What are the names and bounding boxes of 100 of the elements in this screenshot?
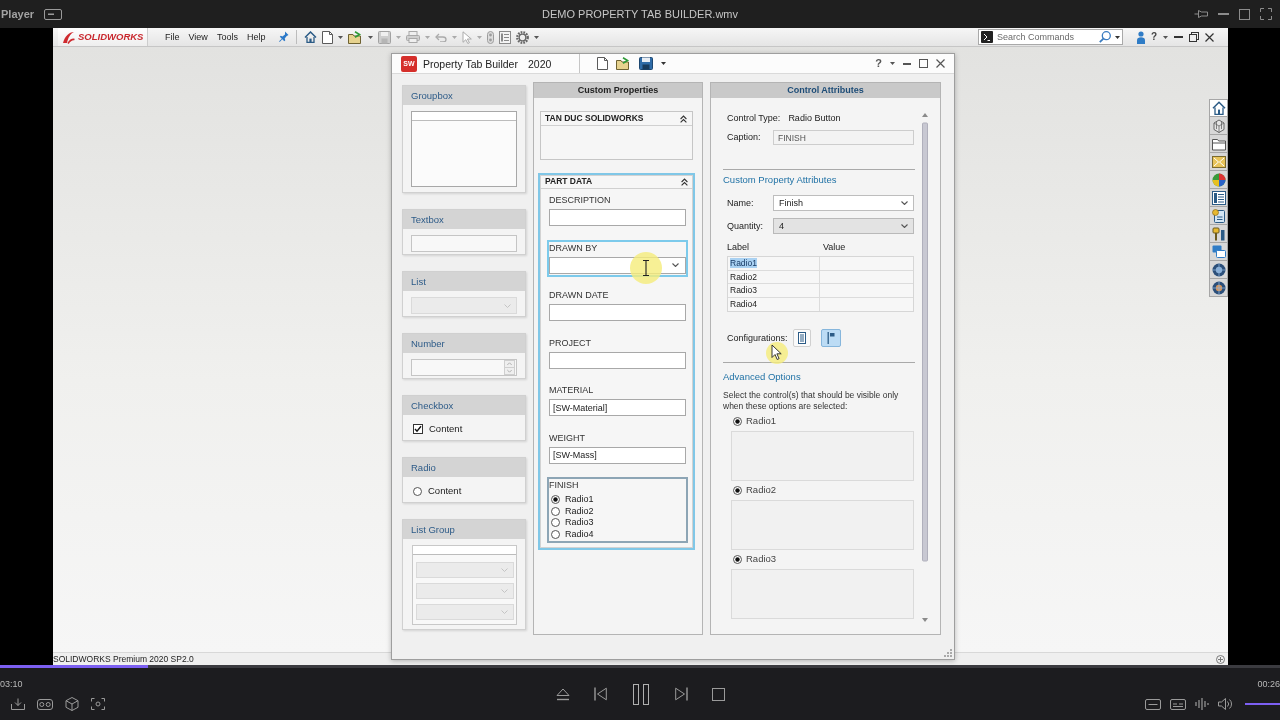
control-block[interactable]: WEIGHT [SW-Mass] xyxy=(547,429,688,467)
open-folder-icon[interactable] xyxy=(348,30,364,44)
task-pane-tab[interactable] xyxy=(1209,117,1228,135)
palette-item[interactable]: Radio Content xyxy=(402,457,526,503)
search-icon[interactable] xyxy=(1098,31,1111,43)
collapse-icon[interactable] xyxy=(681,177,688,186)
task-pane-tab[interactable] xyxy=(1209,243,1228,261)
menu-item[interactable]: View xyxy=(188,31,208,43)
task-pane-tab[interactable] xyxy=(1209,279,1228,297)
new-document-icon[interactable] xyxy=(597,57,609,70)
user-icon[interactable] xyxy=(1136,30,1145,44)
task-pane-tab[interactable] xyxy=(1209,189,1228,207)
previous-icon[interactable] xyxy=(593,687,607,701)
eject-icon[interactable] xyxy=(555,687,570,701)
text-field[interactable] xyxy=(549,304,686,321)
radio-button[interactable] xyxy=(733,554,742,564)
subtitles-icon[interactable] xyxy=(1170,698,1186,710)
caption-field[interactable]: FINISH xyxy=(773,130,914,145)
cube-icon[interactable] xyxy=(65,697,79,711)
control-block[interactable]: DRAWN DATE xyxy=(547,287,688,324)
caret-icon[interactable] xyxy=(368,35,374,39)
menu-item[interactable]: Tools xyxy=(216,31,238,43)
task-pane-tab[interactable] xyxy=(1209,261,1228,279)
radio-label: Radio2 xyxy=(746,484,777,496)
caret-icon[interactable] xyxy=(1163,35,1168,39)
radio-label: Radio4 xyxy=(565,528,594,540)
text-field[interactable]: [SW-Material] xyxy=(549,399,686,416)
radio-button[interactable] xyxy=(733,416,742,426)
minimize-icon[interactable] xyxy=(903,62,911,65)
name-dropdown[interactable]: Finish xyxy=(773,195,914,211)
text-field[interactable]: [SW-Mass] xyxy=(549,446,686,464)
focus-frame-icon[interactable] xyxy=(91,698,105,710)
palette-item-title: Number xyxy=(403,334,525,353)
caret-icon[interactable] xyxy=(890,62,895,65)
task-pane-tab[interactable] xyxy=(1209,171,1228,189)
home-icon[interactable] xyxy=(304,31,318,43)
radio-button[interactable] xyxy=(551,529,560,539)
pause-icon[interactable] xyxy=(630,683,651,705)
stop-icon[interactable] xyxy=(711,687,725,701)
radio-button[interactable] xyxy=(551,518,560,528)
restore-icon[interactable] xyxy=(1189,32,1199,42)
maximize-icon[interactable] xyxy=(919,59,928,68)
control-block[interactable]: DESCRIPTION xyxy=(547,192,688,229)
search-bar[interactable]: Search Commands xyxy=(977,29,1123,45)
collapse-icon[interactable] xyxy=(680,114,687,123)
help-button[interactable]: ? xyxy=(875,57,882,70)
task-pane-tab[interactable] xyxy=(1209,135,1228,153)
caption-box-icon[interactable] xyxy=(1145,698,1161,710)
next-icon[interactable] xyxy=(674,687,688,701)
goggles-icon[interactable] xyxy=(37,698,53,710)
new-document-icon[interactable] xyxy=(322,30,334,44)
palette-item[interactable]: List xyxy=(402,271,526,317)
video-title: DEMO PROPERTY TAB BUILDER.wmv xyxy=(542,7,738,21)
search-field[interactable]: Search Commands xyxy=(996,31,1095,43)
caret-icon[interactable] xyxy=(1114,35,1120,39)
flag-icon xyxy=(827,332,835,344)
palette-item[interactable]: Textbox xyxy=(402,209,526,255)
text-field[interactable] xyxy=(549,209,686,226)
caret-icon[interactable] xyxy=(661,62,667,65)
help-button[interactable]: ? xyxy=(1150,31,1157,43)
caret-icon[interactable] xyxy=(338,35,344,39)
control-block[interactable]: PROJECT xyxy=(547,334,688,372)
task-pane-tab[interactable] xyxy=(1209,99,1228,117)
equalizer-icon[interactable] xyxy=(1195,698,1209,710)
pin-icon[interactable] xyxy=(279,31,290,43)
radio-button[interactable] xyxy=(551,495,560,505)
palette-item[interactable]: Groupbox xyxy=(402,85,526,193)
task-pane-tab[interactable] xyxy=(1209,225,1228,243)
progress-track[interactable] xyxy=(0,665,1280,668)
radio-button[interactable] xyxy=(733,485,742,495)
close-icon[interactable] xyxy=(936,59,945,68)
close-icon[interactable] xyxy=(1205,32,1214,42)
radio-button[interactable] xyxy=(551,506,560,516)
toggle-button[interactable] xyxy=(793,329,811,347)
text-field[interactable] xyxy=(549,351,686,369)
palette-item[interactable]: Number xyxy=(402,333,526,379)
globe-icon xyxy=(1211,280,1226,295)
task-pane-tab[interactable] xyxy=(1209,207,1228,225)
open-folder-icon[interactable] xyxy=(616,57,632,70)
volume-icon[interactable] xyxy=(1218,698,1232,710)
control-block[interactable]: FINISH Radio1 Radio2 Radio3 Radio4 xyxy=(547,477,688,543)
download-icon[interactable] xyxy=(11,698,25,710)
task-pane-tab[interactable] xyxy=(1209,153,1228,171)
menu-item[interactable]: Help xyxy=(246,31,266,43)
menu-item[interactable]: File xyxy=(165,31,180,43)
screen-icon[interactable] xyxy=(44,8,63,20)
caret-icon[interactable] xyxy=(534,35,540,39)
resize-grip-icon[interactable] xyxy=(944,649,952,657)
palette-item[interactable]: List Group xyxy=(402,519,526,630)
palette-item[interactable]: Checkbox Content xyxy=(402,395,526,441)
pin-icon[interactable] xyxy=(1194,9,1208,19)
maximize-icon[interactable] xyxy=(1239,8,1250,20)
control-block[interactable]: MATERIAL [SW-Material] xyxy=(547,382,688,419)
settings-icon[interactable] xyxy=(516,30,530,44)
list-document-icon[interactable] xyxy=(499,30,512,44)
home-icon xyxy=(1211,101,1226,115)
save-icon[interactable] xyxy=(639,57,654,70)
fullscreen-icon[interactable] xyxy=(1260,8,1272,20)
toggle-button[interactable] xyxy=(821,329,841,347)
quantity-dropdown[interactable]: 4 xyxy=(773,218,914,234)
